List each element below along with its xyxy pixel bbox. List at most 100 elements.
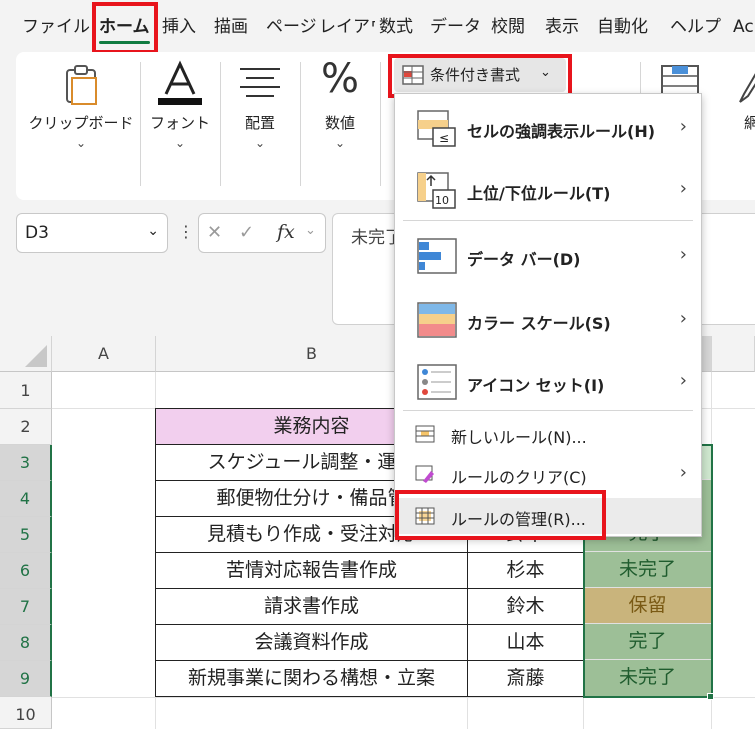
- menu-separator: [403, 410, 693, 411]
- chevron-down-icon[interactable]: ⌄: [305, 223, 316, 238]
- new-rule-icon: [415, 425, 435, 443]
- chevron-right-icon: ›: [679, 308, 687, 329]
- name-box[interactable]: D3 ⌄: [16, 213, 168, 253]
- number-group[interactable]: % 数値 ⌄: [304, 52, 376, 200]
- chevron-right-icon: ›: [679, 116, 687, 137]
- menu-item-top-bottom-rules[interactable]: 10 上位/下位ルール(T) ›: [395, 160, 701, 222]
- more-options-icon[interactable]: ⋮: [178, 222, 194, 241]
- clipboard-label: クリップボード: [28, 114, 134, 132]
- tab-help[interactable]: ヘルプ: [670, 10, 721, 44]
- chevron-right-icon: ›: [679, 178, 687, 199]
- menu-item-new-rule[interactable]: 新しいルール(N)...: [395, 416, 701, 452]
- task-cell[interactable]: 会議資料作成: [155, 624, 468, 661]
- chevron-right-icon: ›: [679, 244, 687, 265]
- menu-item-label: ルールのクリア(C): [451, 468, 587, 487]
- tab-acrobat[interactable]: Ac: [733, 10, 754, 44]
- home-tab-highlight: [92, 2, 158, 54]
- align-icon: [240, 68, 280, 97]
- menu-item-icon-sets[interactable]: アイコン セット(I) ›: [395, 352, 701, 414]
- tab-view[interactable]: 表示: [545, 10, 579, 44]
- icon-sets-icon: [417, 364, 457, 400]
- ribbon-separator: [380, 62, 381, 186]
- ribbon-separator: [300, 62, 301, 186]
- alignment-group[interactable]: 配置 ⌄: [224, 52, 296, 200]
- clipboard-icon: [66, 65, 97, 105]
- font-group[interactable]: フォント ⌄: [144, 52, 216, 200]
- menu-item-color-scales[interactable]: カラー スケール(S) ›: [395, 290, 701, 352]
- chevron-down-icon: ⌄: [174, 136, 186, 150]
- ribbon-separator: [140, 62, 141, 186]
- row-header[interactable]: 2: [0, 409, 52, 445]
- row-header[interactable]: 1: [0, 372, 52, 409]
- insert-function-button[interactable]: fx: [277, 221, 295, 243]
- color-scales-icon: [417, 302, 457, 338]
- person-cell[interactable]: 山本: [467, 624, 584, 661]
- person-cell[interactable]: 杉本: [467, 552, 584, 589]
- clear-rules-icon: [415, 465, 434, 483]
- ribbon-separator: [220, 62, 221, 186]
- confirm-icon[interactable]: ✓: [239, 222, 254, 243]
- chevron-down-icon: ⌄: [75, 136, 87, 150]
- svg-text:10: 10: [435, 194, 449, 207]
- row-header[interactable]: 3: [0, 445, 52, 481]
- cell-styles-label: 網: [744, 114, 755, 132]
- chevron-down-icon[interactable]: ⌄: [147, 223, 159, 239]
- row-header[interactable]: 10: [0, 697, 52, 729]
- font-icon: [158, 60, 202, 105]
- percent-icon: %: [320, 56, 359, 102]
- menu-item-label: 新しいルール(N)...: [451, 428, 587, 447]
- conditional-format-highlight: [388, 54, 572, 98]
- chevron-right-icon: ›: [679, 370, 687, 391]
- chevron-right-icon: ›: [679, 462, 687, 483]
- task-cell[interactable]: 請求書作成: [155, 588, 468, 625]
- column-header-a[interactable]: A: [52, 336, 156, 372]
- top-bottom-icon: 10: [417, 172, 456, 209]
- row-header[interactable]: 7: [0, 589, 52, 625]
- row-header[interactable]: 5: [0, 517, 52, 553]
- tab-file[interactable]: ファイル: [22, 10, 90, 44]
- row-header[interactable]: 6: [0, 553, 52, 589]
- name-box-value: D3: [25, 223, 49, 243]
- cell-styles-icon[interactable]: [736, 66, 755, 106]
- corner-triangle-icon: [25, 345, 47, 367]
- row-header[interactable]: 4: [0, 481, 52, 517]
- number-label: 数値: [324, 114, 355, 132]
- select-all-corner[interactable]: [0, 336, 52, 372]
- fill-handle[interactable]: [707, 693, 714, 700]
- tab-review[interactable]: 校閲: [491, 10, 525, 44]
- task-cell[interactable]: 苦情対応報告書作成: [155, 552, 468, 589]
- menu-item-label: 上位/下位ルール(T): [467, 184, 611, 203]
- row-header[interactable]: 8: [0, 625, 52, 661]
- menu-item-label: セルの強調表示ルール(H): [467, 122, 656, 141]
- column-header-e[interactable]: [712, 336, 755, 372]
- conditional-format-menu: ≤ セルの強調表示ルール(H) › 10 上位/下位ルール(T) › データ バ…: [394, 93, 702, 537]
- person-cell[interactable]: 鈴木: [467, 588, 584, 625]
- row-header[interactable]: 9: [0, 661, 52, 697]
- font-label: フォント: [149, 114, 210, 132]
- tab-automate[interactable]: 自動化: [597, 10, 648, 44]
- chevron-down-icon: ⌄: [334, 136, 346, 150]
- menu-item-label: カラー スケール(S): [467, 314, 611, 333]
- cancel-icon[interactable]: ✕: [207, 222, 222, 243]
- manage-rules-highlight: [395, 490, 606, 540]
- highlight-cells-icon: ≤: [417, 110, 456, 147]
- data-bars-icon: [417, 238, 457, 274]
- tab-data[interactable]: データ: [430, 10, 481, 44]
- alignment-label: 配置: [244, 114, 275, 132]
- chevron-down-icon: ⌄: [254, 136, 266, 150]
- formula-controls: ✕ ✓ fx ⌄: [198, 213, 326, 253]
- menu-item-highlight-cells-rules[interactable]: ≤ セルの強調表示ルール(H) ›: [395, 98, 701, 160]
- task-cell[interactable]: 新規事業に関わる構想・立案: [155, 660, 468, 697]
- svg-text:≤: ≤: [439, 131, 449, 145]
- tab-page[interactable]: ページ: [266, 10, 317, 44]
- menu-item-data-bars[interactable]: データ バー(D) ›: [395, 226, 701, 288]
- menu-item-clear-rules[interactable]: ルールのクリア(C) ›: [395, 456, 701, 492]
- menu-item-label: データ バー(D): [467, 250, 581, 269]
- tab-layout[interactable]: レイアウ: [319, 10, 375, 44]
- tab-draw[interactable]: 描画: [214, 10, 248, 44]
- person-cell[interactable]: 斎藤: [467, 660, 584, 697]
- menu-item-label: アイコン セット(I): [467, 376, 605, 395]
- tab-insert[interactable]: 挿入: [162, 10, 196, 44]
- tab-formulas[interactable]: 数式: [379, 10, 413, 44]
- clipboard-group[interactable]: クリップボード ⌄: [26, 52, 136, 200]
